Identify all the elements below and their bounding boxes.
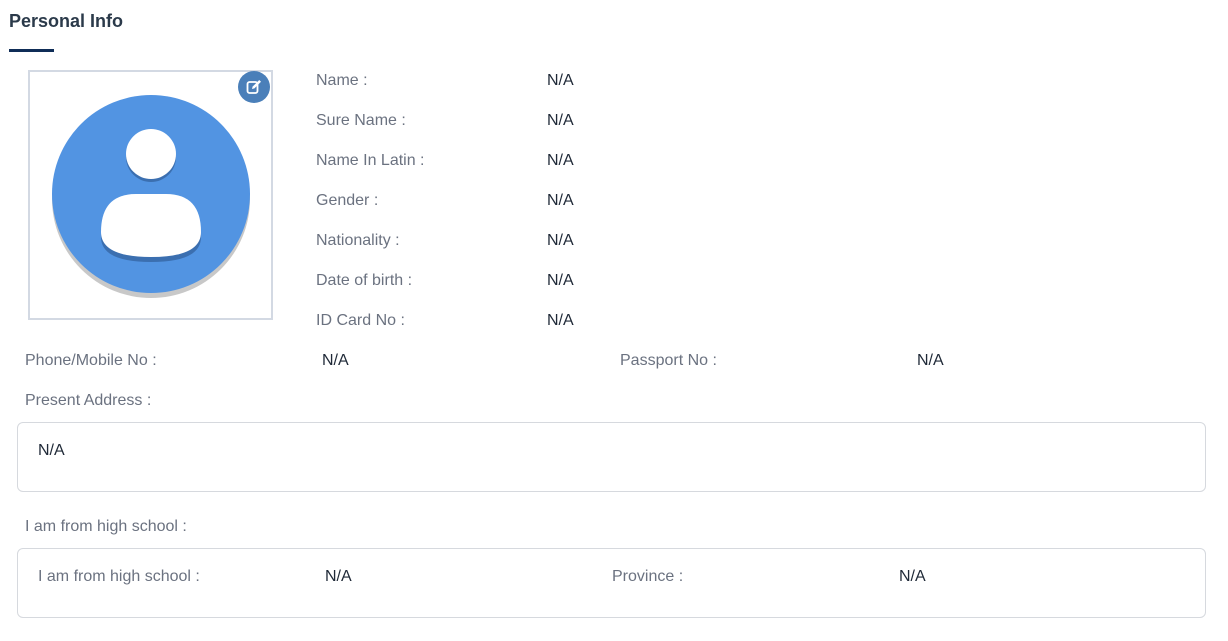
nationality-value: N/A — [547, 232, 574, 249]
section-title: Personal Info — [9, 11, 124, 31]
name-latin-label: Name In Latin : — [316, 152, 425, 169]
edit-icon — [246, 80, 261, 94]
phone-value: N/A — [322, 352, 349, 369]
high-school-section-label: I am from high school : — [25, 518, 187, 535]
name-label: Name : — [316, 72, 368, 89]
avatar-frame — [28, 70, 273, 320]
province-label: Province : — [612, 568, 684, 585]
edit-avatar-button[interactable] — [238, 71, 270, 103]
id-card-label: ID Card No : — [316, 312, 405, 329]
gender-label: Gender : — [316, 192, 379, 209]
user-avatar-icon — [52, 95, 250, 298]
phone-label: Phone/Mobile No : — [25, 352, 157, 369]
present-address-label: Present Address : — [25, 392, 152, 409]
date-of-birth-value: N/A — [547, 272, 574, 289]
passport-value: N/A — [917, 352, 944, 369]
surename-label: Sure Name : — [316, 112, 406, 129]
id-card-value: N/A — [547, 312, 574, 329]
province-value: N/A — [899, 568, 926, 585]
name-value: N/A — [547, 72, 574, 89]
present-address-box: N/A — [17, 422, 1206, 492]
date-of-birth-label: Date of birth : — [316, 272, 413, 289]
present-address-value: N/A — [38, 442, 65, 459]
title-underline — [9, 49, 54, 52]
high-school-label: I am from high school : — [38, 568, 200, 585]
nationality-label: Nationality : — [316, 232, 400, 249]
surename-value: N/A — [547, 112, 574, 129]
name-latin-value: N/A — [547, 152, 574, 169]
passport-label: Passport No : — [620, 352, 717, 369]
high-school-box: I am from high school : N/A Province : N… — [17, 548, 1206, 618]
high-school-value: N/A — [325, 568, 352, 585]
gender-value: N/A — [547, 192, 574, 209]
